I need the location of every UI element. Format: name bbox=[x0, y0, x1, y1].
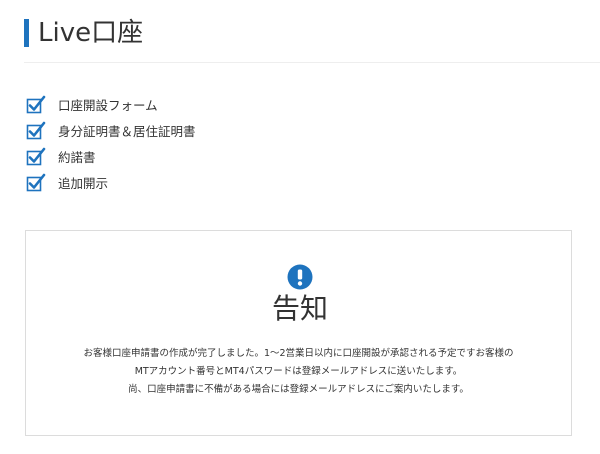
checklist-item-label: 口座開設フォーム bbox=[58, 97, 158, 113]
notice-message: お客様口座申請書の作成が完了しました。1～2営業日以内に口座開設が承認される予定… bbox=[25, 345, 572, 399]
checklist-item-label: 追加開示 bbox=[58, 175, 109, 191]
checklist-item-label: 約諾書 bbox=[58, 149, 96, 165]
checklist-item-application-form: 口座開設フォーム bbox=[26, 91, 196, 117]
checkbox-checked-icon bbox=[26, 120, 46, 140]
notice-title: 告知 bbox=[271, 292, 328, 325]
header-accent-bar bbox=[24, 19, 29, 47]
checklist-item-id-documents: 身分証明書＆居住証明書 bbox=[26, 117, 196, 143]
page-title: Live口座 bbox=[38, 18, 144, 48]
checkbox-checked-icon bbox=[26, 94, 46, 114]
exclamation-circle-icon bbox=[287, 264, 313, 290]
page: Live口座 口座開設フォーム 身分証明書＆居住証明書 約諾書 追加開示 告知 … bbox=[0, 0, 600, 454]
notice-message-line: 尚、口座申請書に不備がある場合には登録メールアドレスにご案内いたします。 bbox=[128, 384, 469, 395]
notice-box bbox=[25, 230, 572, 436]
checklist-item-label: 身分証明書＆居住証明書 bbox=[58, 123, 196, 139]
checklist-item-additional-disclosure: 追加開示 bbox=[26, 169, 196, 195]
checklist: 口座開設フォーム 身分証明書＆居住証明書 約諾書 追加開示 bbox=[26, 91, 196, 195]
notice-message-line: MTアカウント番号とMT4パスワードは登録メールアドレスに送いたします。 bbox=[134, 366, 463, 377]
checkbox-checked-icon bbox=[26, 172, 46, 192]
notice-message-line: お客様口座申請書の作成が完了しました。1～2営業日以内に口座開設が承認される予定… bbox=[83, 348, 514, 359]
checkbox-checked-icon bbox=[26, 146, 46, 166]
checklist-item-agreement: 約諾書 bbox=[26, 143, 196, 169]
page-header: Live口座 bbox=[24, 16, 600, 63]
